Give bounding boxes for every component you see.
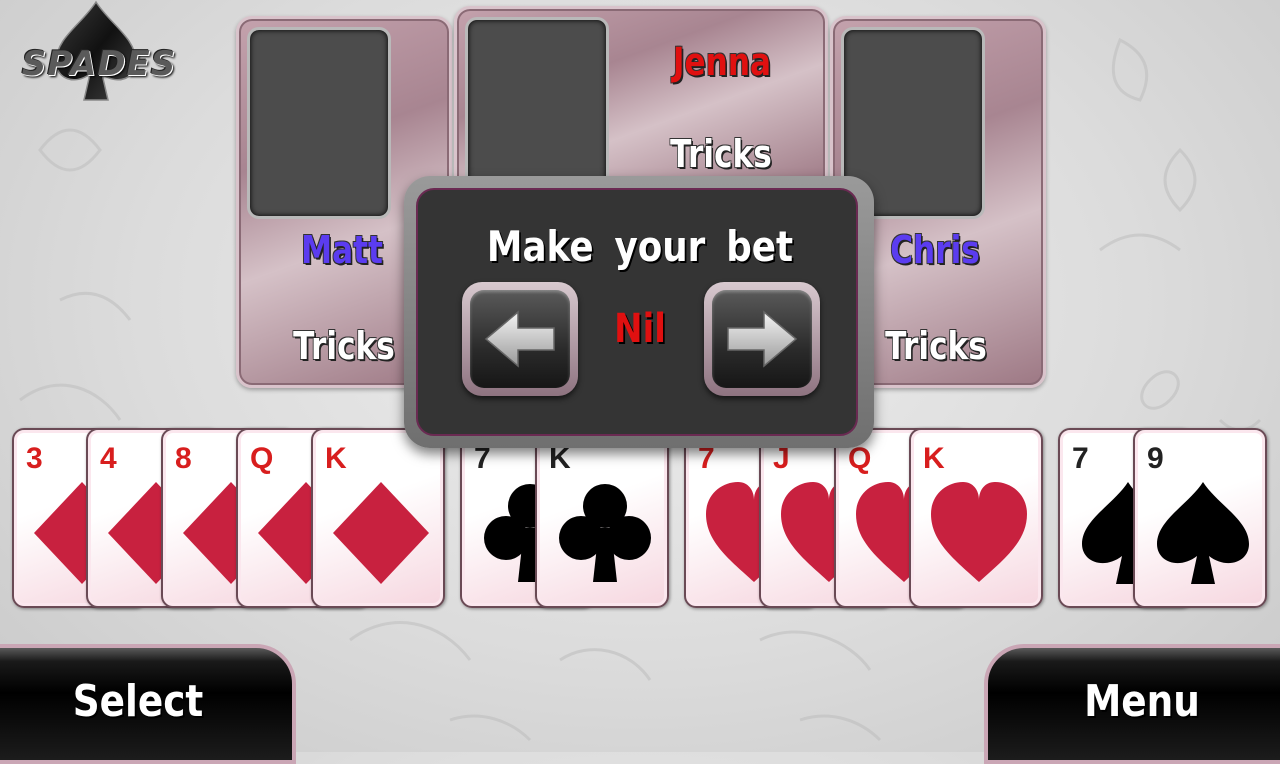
player-tricks-west: Tricks xyxy=(293,324,395,368)
heart-suit-icon xyxy=(931,482,1027,582)
hand-card-k-clubs[interactable]: K xyxy=(535,428,669,608)
bet-decrease-face[interactable] xyxy=(470,290,570,388)
card-rank: K xyxy=(923,442,945,475)
card-rank: Q xyxy=(250,442,274,475)
club-suit-icon xyxy=(559,484,651,582)
bet-value: Nil xyxy=(614,306,666,352)
spade-suit-icon xyxy=(1157,482,1249,584)
spades-logo: SPADES xyxy=(4,0,194,104)
card-rank: 8 xyxy=(175,442,192,475)
card-rank: 3 xyxy=(26,442,43,475)
played-card-slot-north xyxy=(465,17,609,193)
card-rank: 4 xyxy=(100,442,117,475)
bet-decrease-button[interactable] xyxy=(462,282,578,396)
hand-card-k-hearts[interactable]: K xyxy=(909,428,1043,608)
bet-dialog-title: Make your bet xyxy=(486,222,794,271)
logo-text: SPADES xyxy=(21,44,177,84)
card-rank: 7 xyxy=(1072,442,1089,475)
hand-card-9-spades[interactable]: 9 xyxy=(1133,428,1267,608)
card-rank: 9 xyxy=(1147,442,1164,475)
diamond-suit-icon xyxy=(333,482,429,584)
player-name-north: Jenna xyxy=(672,40,772,84)
hand-card-k-diamonds[interactable]: K xyxy=(311,428,445,608)
card-rank: K xyxy=(325,442,347,475)
bet-increase-face[interactable] xyxy=(712,290,812,388)
player-tricks-east: Tricks xyxy=(885,324,987,368)
player-tricks-north: Tricks xyxy=(670,132,772,176)
menu-button-label[interactable]: Menu xyxy=(1015,676,1270,727)
left-arrow-icon xyxy=(484,310,555,368)
select-button-label[interactable]: Select xyxy=(11,676,266,727)
bet-increase-button[interactable] xyxy=(704,282,820,396)
played-card-slot-west xyxy=(247,27,391,219)
right-arrow-icon xyxy=(727,310,798,368)
